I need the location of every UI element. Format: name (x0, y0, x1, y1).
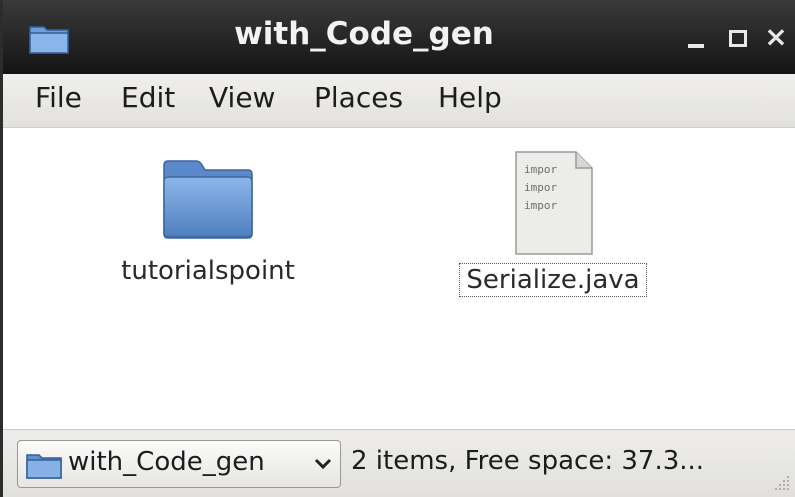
window-title: with_Code_gen (234, 16, 494, 52)
folder-icon (163, 160, 253, 239)
menu-places[interactable]: Places (314, 81, 403, 114)
menu-edit[interactable]: Edit (121, 81, 175, 114)
file-name: Serialize.java (459, 263, 647, 297)
menu-bar: File Edit View Places Help (3, 74, 795, 128)
chevron-down-icon (314, 458, 332, 470)
folder-icon (26, 454, 62, 479)
file-view[interactable]: tutorialspoint impor impor impor Seriali… (3, 129, 795, 429)
preview-line: impor (524, 199, 557, 212)
preview-line: impor (524, 181, 557, 194)
menu-file[interactable]: File (35, 81, 82, 114)
maximize-button[interactable] (719, 20, 753, 54)
file-item-folder[interactable]: tutorialspoint (93, 157, 323, 287)
menu-view[interactable]: View (209, 81, 275, 114)
title-bar[interactable]: with_Code_gen × (3, 0, 795, 74)
file-manager-window: with_Code_gen × File Edit View Places He… (0, 0, 795, 497)
status-bar: with_Code_gen 2 items, Free space: 37.3.… (3, 429, 795, 497)
resize-grip-icon[interactable] (773, 474, 791, 492)
status-text: 2 items, Free space: 37.3... (351, 446, 705, 476)
file-item-java[interactable]: impor impor impor Serialize.java (433, 149, 673, 297)
preview-line: impor (524, 163, 557, 176)
close-button[interactable]: × (759, 20, 793, 54)
location-dropdown[interactable]: with_Code_gen (17, 440, 341, 488)
menu-help[interactable]: Help (438, 81, 502, 114)
text-file-icon: impor impor impor (515, 151, 593, 255)
location-label: with_Code_gen (68, 447, 265, 477)
minimize-button[interactable] (679, 20, 713, 54)
file-name: tutorialspoint (121, 256, 295, 286)
